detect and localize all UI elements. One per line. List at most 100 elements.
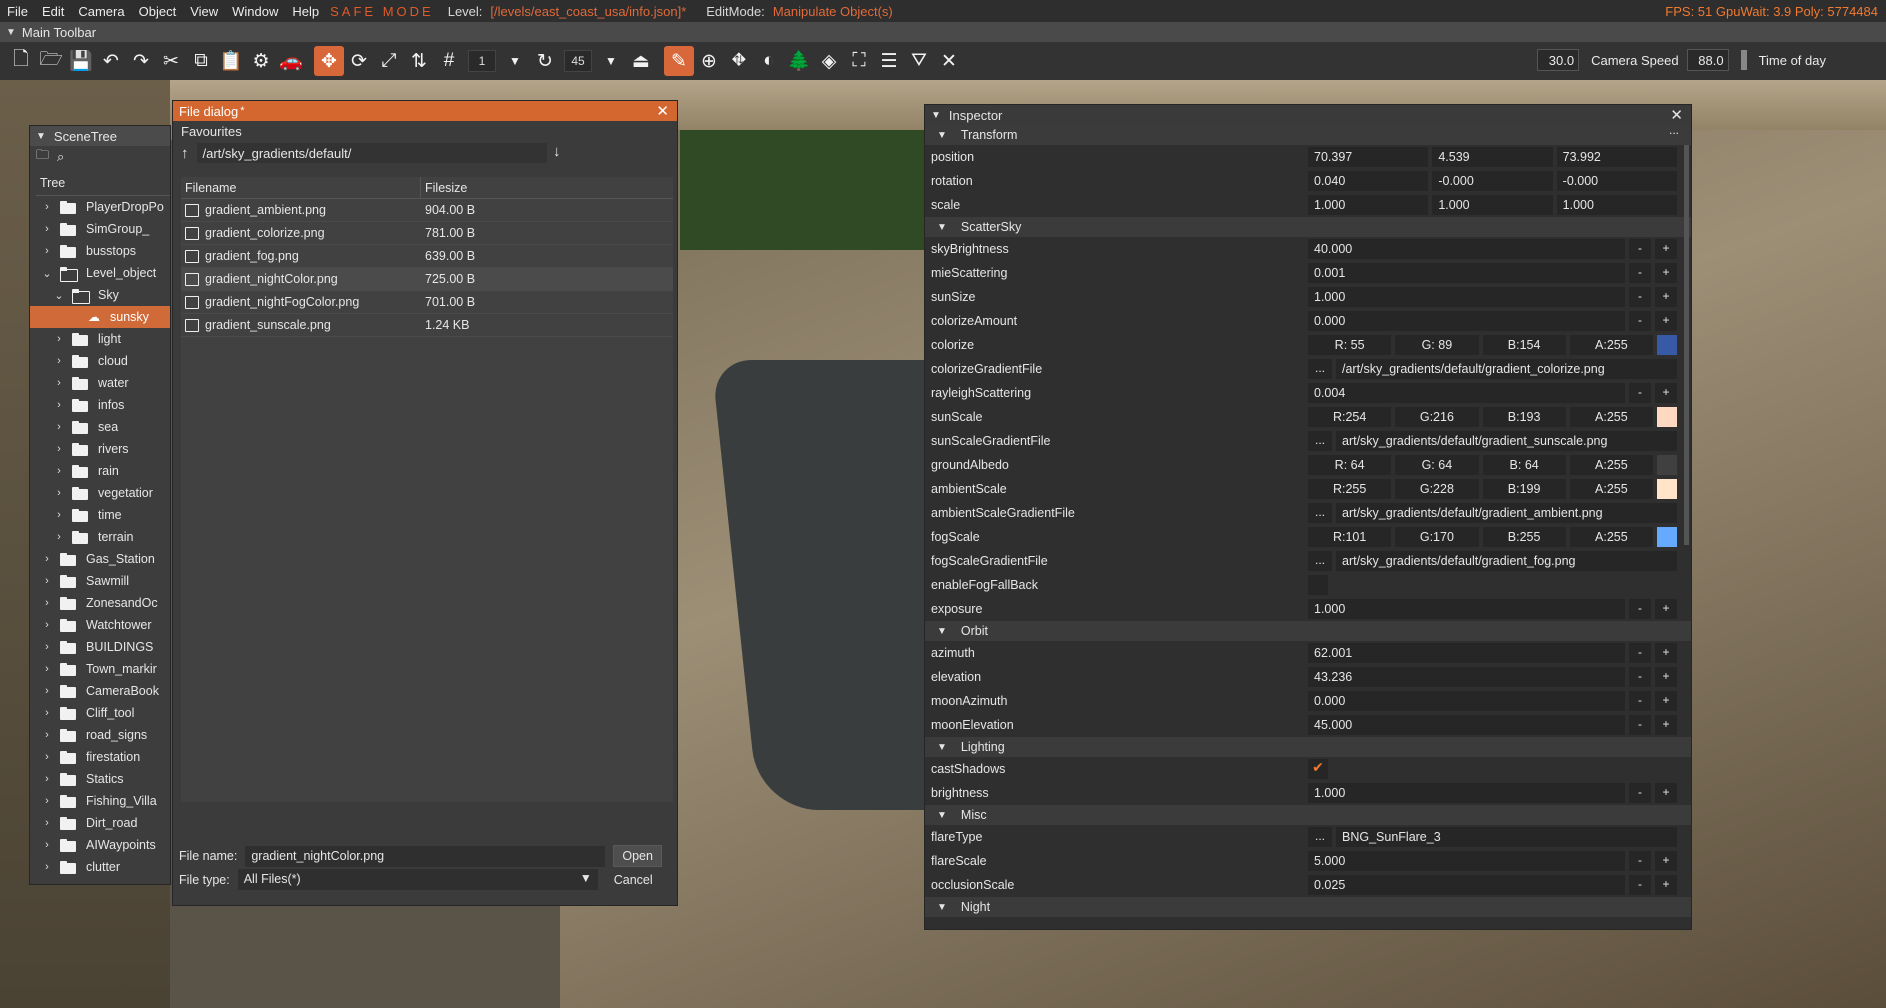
vector-component-field[interactable]: 1.000 bbox=[1308, 195, 1429, 215]
tree-item-level_object[interactable]: ⌄ Level_object bbox=[30, 262, 170, 284]
menu-view[interactable]: View bbox=[183, 4, 225, 19]
section-orbit[interactable]: ▼ Orbit bbox=[925, 621, 1691, 641]
tree-item-sawmill[interactable]: › Sawmill bbox=[30, 570, 170, 592]
tree-item-terrain[interactable]: › terrain bbox=[30, 526, 170, 548]
file-path-field[interactable]: BNG_SunFlare_3 bbox=[1336, 827, 1677, 847]
color-channel-field[interactable]: A:255 bbox=[1569, 455, 1653, 475]
chevron-right-icon[interactable]: › bbox=[40, 751, 54, 763]
file-row[interactable]: gradient_nightFogColor.png 701.00 B bbox=[181, 291, 673, 314]
file-row[interactable]: gradient_colorize.png 781.00 B bbox=[181, 222, 673, 245]
path-field[interactable]: /art/sky_gradients/default/ ↓ bbox=[196, 143, 561, 163]
grid-size-field[interactable]: 1 bbox=[468, 50, 496, 72]
inspector-titlebar[interactable]: ▼ Inspector ✕ bbox=[925, 105, 1691, 125]
color-channel-field[interactable]: R:101 bbox=[1308, 527, 1392, 547]
tree-item-statics[interactable]: › Statics bbox=[30, 768, 170, 790]
close-icon[interactable]: ✕ bbox=[656, 102, 669, 120]
collapse-triangle-icon[interactable]: ▼ bbox=[937, 902, 947, 913]
section-lighting[interactable]: ▼ Lighting bbox=[925, 737, 1691, 757]
tree-item-camerabook[interactable]: › CameraBook bbox=[30, 680, 170, 702]
color-channel-field[interactable]: A:255 bbox=[1569, 527, 1653, 547]
browse-button[interactable]: ... bbox=[1308, 431, 1332, 451]
section-transform[interactable]: ▼ Transform bbox=[925, 125, 1691, 145]
save-icon[interactable]: 💾 bbox=[66, 46, 96, 76]
vector-component-field[interactable]: 1.000 bbox=[1556, 195, 1677, 215]
vector-component-field[interactable]: 0.040 bbox=[1308, 171, 1429, 191]
tree-item-dirt_road[interactable]: › Dirt_road bbox=[30, 812, 170, 834]
tree-item-time[interactable]: › time bbox=[30, 504, 170, 526]
color-swatch[interactable] bbox=[1657, 407, 1677, 427]
align-icon[interactable]: ⇅ bbox=[404, 46, 434, 76]
chevron-right-icon[interactable]: › bbox=[40, 685, 54, 697]
translate-gizmo-icon[interactable]: ✥ bbox=[314, 46, 344, 76]
chevron-right-icon[interactable]: › bbox=[40, 597, 54, 609]
browse-button[interactable]: ... bbox=[1308, 551, 1332, 571]
time-of-day-field[interactable]: 88.0 bbox=[1686, 49, 1729, 71]
tree-item-busstops[interactable]: › busstops bbox=[30, 240, 170, 262]
decrement-button[interactable]: - bbox=[1629, 263, 1651, 283]
menu-help[interactable]: Help bbox=[285, 4, 326, 19]
collapse-triangle-icon[interactable]: ▼ bbox=[931, 110, 941, 121]
decrement-button[interactable]: - bbox=[1629, 287, 1651, 307]
chevron-right-icon[interactable]: › bbox=[40, 553, 54, 565]
chevron-right-icon[interactable]: › bbox=[40, 575, 54, 587]
increment-button[interactable]: + bbox=[1655, 851, 1677, 871]
chevron-right-icon[interactable]: › bbox=[40, 663, 54, 675]
chevron-right-icon[interactable]: › bbox=[40, 729, 54, 741]
collapse-triangle-icon[interactable]: ▼ bbox=[937, 626, 947, 637]
chevron-right-icon[interactable]: › bbox=[52, 333, 66, 345]
navigation-icon[interactable]: ✕ bbox=[934, 46, 964, 76]
tree-item-vegetatior[interactable]: › vegetatior bbox=[30, 482, 170, 504]
menu-window[interactable]: Window bbox=[225, 4, 285, 19]
decal-icon[interactable]: ⛶ bbox=[844, 46, 874, 76]
open-folder-icon[interactable]: 🗁 bbox=[36, 46, 66, 76]
tree-item-zonesandoc[interactable]: › ZonesandOc bbox=[30, 592, 170, 614]
vector-component-field[interactable]: 70.397 bbox=[1308, 147, 1429, 167]
tree-item-fishing_villa[interactable]: › Fishing_Villa bbox=[30, 790, 170, 812]
decrement-button[interactable]: - bbox=[1629, 691, 1651, 711]
more-options-icon[interactable]: ... bbox=[1669, 125, 1679, 137]
grid-snap-icon[interactable]: # bbox=[434, 46, 464, 76]
chevron-right-icon[interactable]: › bbox=[52, 487, 66, 499]
parent-folder-icon[interactable]: ↑ bbox=[181, 145, 189, 162]
color-channel-field[interactable]: R:255 bbox=[1308, 479, 1392, 499]
checkbox[interactable] bbox=[1308, 575, 1328, 595]
number-field[interactable]: 0.000 bbox=[1308, 691, 1625, 711]
number-field[interactable]: 43.236 bbox=[1308, 667, 1625, 687]
camera-speed-field[interactable]: 30.0 bbox=[1537, 49, 1580, 71]
chevron-right-icon[interactable]: › bbox=[40, 641, 54, 653]
chevron-right-icon[interactable]: › bbox=[40, 201, 54, 213]
tree-item-aiwaypoints[interactable]: › AIWaypoints bbox=[30, 834, 170, 856]
number-field[interactable]: 0.025 bbox=[1308, 875, 1625, 895]
decrement-button[interactable]: - bbox=[1629, 311, 1651, 331]
tree-item-rivers[interactable]: › rivers bbox=[30, 438, 170, 460]
vector-component-field[interactable]: -0.000 bbox=[1432, 171, 1553, 191]
add-group-icon[interactable]: 🗀 bbox=[36, 146, 49, 168]
file-path-field[interactable]: art/sky_gradients/default/gradient_fog.p… bbox=[1336, 551, 1677, 571]
chevron-right-icon[interactable]: › bbox=[52, 399, 66, 411]
color-channel-field[interactable]: G: 64 bbox=[1395, 455, 1479, 475]
file-dialog-titlebar[interactable]: File dialog * ✕ bbox=[173, 101, 677, 121]
chevron-right-icon[interactable]: ⌄ bbox=[40, 267, 54, 280]
number-field[interactable]: 0.000 bbox=[1308, 311, 1625, 331]
number-field[interactable]: 45.000 bbox=[1308, 715, 1625, 735]
color-channel-field[interactable]: R: 64 bbox=[1308, 455, 1392, 475]
cut-icon[interactable]: ✂ bbox=[156, 46, 186, 76]
color-channel-field[interactable]: A:255 bbox=[1569, 335, 1653, 355]
chevron-right-icon[interactable]: › bbox=[40, 817, 54, 829]
color-channel-field[interactable]: B: 64 bbox=[1482, 455, 1566, 475]
close-icon[interactable]: ✕ bbox=[1670, 106, 1683, 124]
chevron-right-icon[interactable]: › bbox=[40, 839, 54, 851]
file-path-field[interactable]: art/sky_gradients/default/gradient_sunsc… bbox=[1336, 431, 1677, 451]
decrement-button[interactable]: - bbox=[1629, 599, 1651, 619]
terrain-paint-icon[interactable]: ◐ bbox=[754, 46, 784, 76]
number-field[interactable]: 62.001 bbox=[1308, 643, 1625, 663]
color-channel-field[interactable]: A:255 bbox=[1569, 407, 1653, 427]
vector-component-field[interactable]: 73.992 bbox=[1556, 147, 1677, 167]
tree-item-sea[interactable]: › sea bbox=[30, 416, 170, 438]
increment-button[interactable]: + bbox=[1655, 263, 1677, 283]
increment-button[interactable]: + bbox=[1655, 667, 1677, 687]
collapse-triangle-icon[interactable]: ▼ bbox=[937, 810, 947, 821]
chevron-right-icon[interactable]: › bbox=[40, 861, 54, 873]
tree-item-infos[interactable]: › infos bbox=[30, 394, 170, 416]
chevron-right-icon[interactable]: › bbox=[40, 245, 54, 257]
